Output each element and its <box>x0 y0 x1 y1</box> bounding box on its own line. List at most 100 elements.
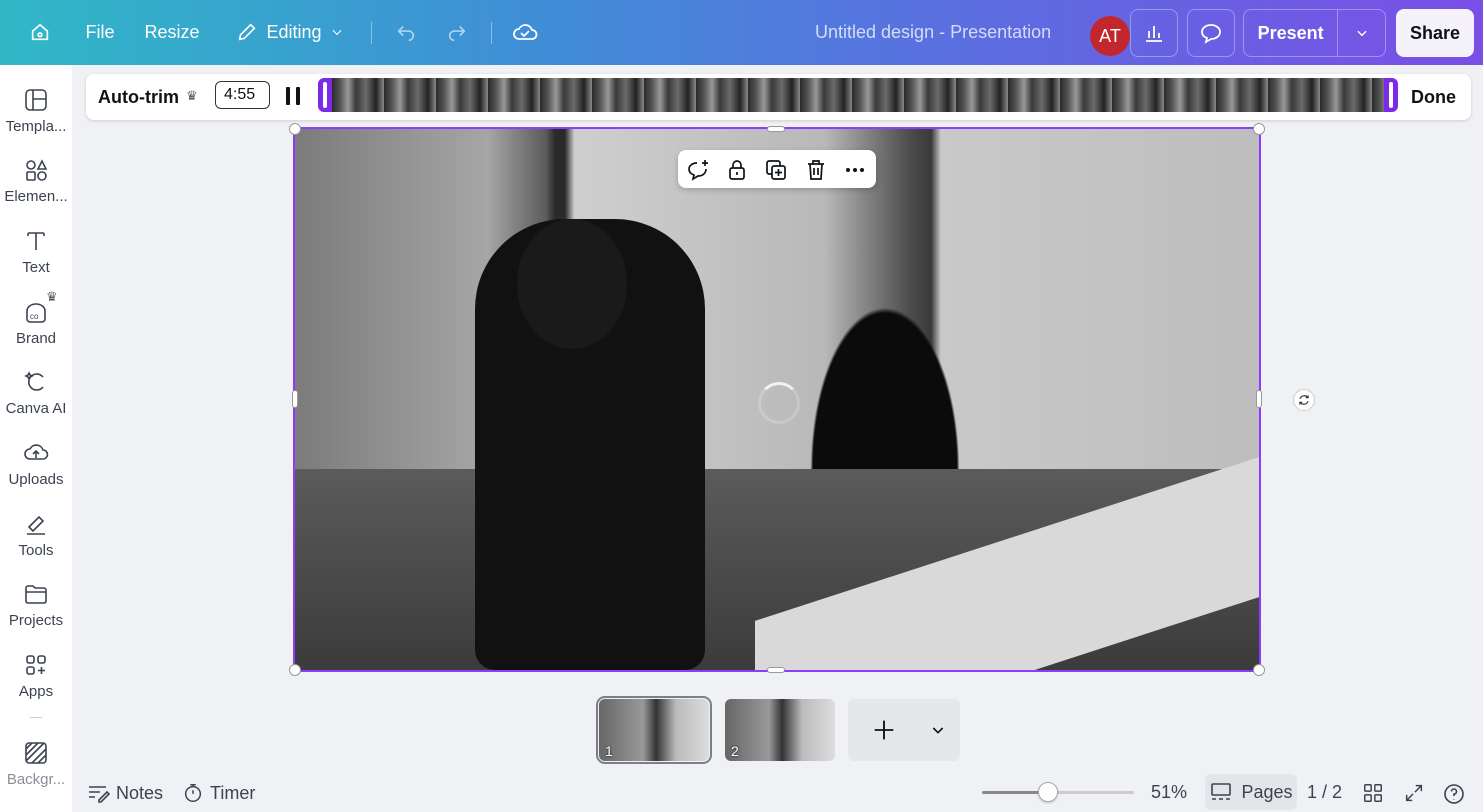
undo-button[interactable] <box>390 12 422 52</box>
zoom-slider-knob[interactable] <box>1037 782 1058 802</box>
trim-time-input[interactable] <box>215 81 270 109</box>
page-thumbnail-1[interactable]: 1 <box>596 696 712 764</box>
sidebar-item-label: Text <box>22 259 50 276</box>
done-button[interactable]: Done <box>1411 87 1456 108</box>
resize-handle-left[interactable] <box>292 390 298 408</box>
chevron-down-icon <box>932 727 944 734</box>
file-menu-button[interactable]: File <box>80 12 120 52</box>
notes-button[interactable]: Notes <box>86 782 163 804</box>
crown-icon: ♛ <box>46 289 58 304</box>
svg-text:co: co <box>30 312 39 321</box>
add-page-button[interactable] <box>870 716 898 749</box>
video-canvas[interactable] <box>293 127 1261 672</box>
add-page-options-button[interactable] <box>930 722 946 743</box>
comment-add-icon <box>688 160 708 181</box>
plus-icon <box>874 720 894 740</box>
help-button[interactable] <box>1442 782 1466 806</box>
document-title[interactable]: Untitled design - Presentation <box>815 22 1051 43</box>
sidebar-item-label: Apps <box>18 683 54 700</box>
timer-label: Timer <box>210 782 256 803</box>
sidebar-item-label: Canva AI <box>5 400 67 417</box>
sidebar-item-elements[interactable]: Elemen... <box>0 157 72 219</box>
resize-handle-bottom-right[interactable] <box>1253 664 1265 676</box>
rotate-icon[interactable] <box>1293 389 1315 411</box>
grid-view-icon <box>1364 784 1382 802</box>
video-frame-head <box>517 219 627 349</box>
sidebar-item-canva-ai[interactable]: Canva AI <box>0 369 72 431</box>
elements-icon <box>26 159 48 181</box>
divider <box>491 22 492 44</box>
pause-button[interactable] <box>283 85 303 107</box>
comments-button[interactable] <box>1187 9 1235 57</box>
present-options-button[interactable] <box>1338 26 1385 40</box>
cloud-check-icon <box>513 24 538 40</box>
sidebar-item-brand[interactable]: co ♛ Brand <box>0 289 72 361</box>
sidebar-item-projects[interactable]: Projects <box>0 581 72 643</box>
trim-start-handle[interactable] <box>323 82 327 108</box>
top-bar: File Resize Editing Untitled design - Pr… <box>0 0 1483 65</box>
sidebar-item-label: Projects <box>8 612 64 629</box>
video-filmstrip[interactable] <box>318 78 1398 112</box>
page-number: 1 <box>605 743 613 759</box>
resize-button[interactable]: Resize <box>140 12 204 52</box>
background-pattern-icon <box>25 742 47 764</box>
pages-button[interactable]: Pages <box>1205 774 1297 810</box>
sidebar-item-background[interactable]: Backgr... <box>0 740 72 802</box>
present-group: Present <box>1243 9 1386 57</box>
fullscreen-button[interactable] <box>1403 782 1425 804</box>
resize-handle-top[interactable] <box>767 126 785 132</box>
trash-icon <box>808 160 824 180</box>
redo-button[interactable] <box>441 12 473 52</box>
pause-icon <box>286 87 290 105</box>
sidebar-item-uploads[interactable]: Uploads <box>0 440 72 502</box>
delete-button[interactable] <box>804 158 828 182</box>
user-avatar[interactable]: AT <box>1090 16 1130 56</box>
page-number: 2 <box>731 743 739 759</box>
zoom-level[interactable]: 51% <box>1151 782 1187 803</box>
help-icon <box>1444 784 1464 804</box>
analytics-button[interactable] <box>1130 9 1178 57</box>
apps-grid-icon <box>26 655 46 675</box>
duplicate-button[interactable] <box>764 158 788 182</box>
element-floating-toolbar <box>678 150 876 188</box>
resize-handle-top-left[interactable] <box>289 123 301 135</box>
sidebar-item-apps[interactable]: Apps <box>0 652 72 714</box>
present-button[interactable]: Present <box>1244 23 1337 44</box>
resize-handle-bottom-left[interactable] <box>289 664 301 676</box>
sidebar-item-templates[interactable]: Templa... <box>0 87 72 149</box>
resize-handle-right[interactable] <box>1256 390 1262 408</box>
share-button[interactable]: Share <box>1396 9 1474 57</box>
page-thumbnail-2[interactable]: 2 <box>725 699 835 761</box>
trim-end-handle[interactable] <box>1389 82 1393 108</box>
sidebar-item-text[interactable]: Text <box>0 228 72 290</box>
lock-button[interactable] <box>725 158 749 182</box>
divider <box>371 22 372 44</box>
tools-pen-icon <box>27 515 45 535</box>
home-icon[interactable] <box>22 12 58 52</box>
video-frames <box>332 78 1384 112</box>
video-trim-bar: Auto-trim ♛ Done <box>86 74 1471 120</box>
more-options-button[interactable] <box>843 158 867 182</box>
text-icon <box>27 232 45 250</box>
editing-mode-dropdown[interactable]: Editing <box>222 12 358 52</box>
auto-trim-button[interactable]: Auto-trim <box>98 87 179 108</box>
undo-icon <box>397 25 415 42</box>
resize-handle-bottom[interactable] <box>767 667 785 673</box>
resize-handle-top-right[interactable] <box>1253 123 1265 135</box>
grid-view-button[interactable] <box>1362 782 1384 804</box>
comment-icon <box>1201 24 1221 44</box>
left-sidebar: Templa... Elemen... Text co ♛ Brand Canv… <box>0 65 72 812</box>
zoom-slider[interactable] <box>982 782 1134 802</box>
notes-icon <box>89 786 110 803</box>
add-comment-button[interactable] <box>686 158 710 182</box>
lock-icon <box>729 160 745 180</box>
folder-icon <box>25 585 47 604</box>
cloud-saved-button[interactable] <box>508 12 542 52</box>
sidebar-item-label: Uploads <box>8 471 64 488</box>
canva-ai-icon <box>24 371 44 391</box>
sidebar-item-label: Tools <box>18 542 54 559</box>
sidebar-item-tools[interactable]: Tools <box>0 511 72 573</box>
chevron-down-icon <box>1357 30 1367 37</box>
timer-button[interactable]: Timer <box>182 782 255 804</box>
crown-icon: ♛ <box>186 88 198 103</box>
